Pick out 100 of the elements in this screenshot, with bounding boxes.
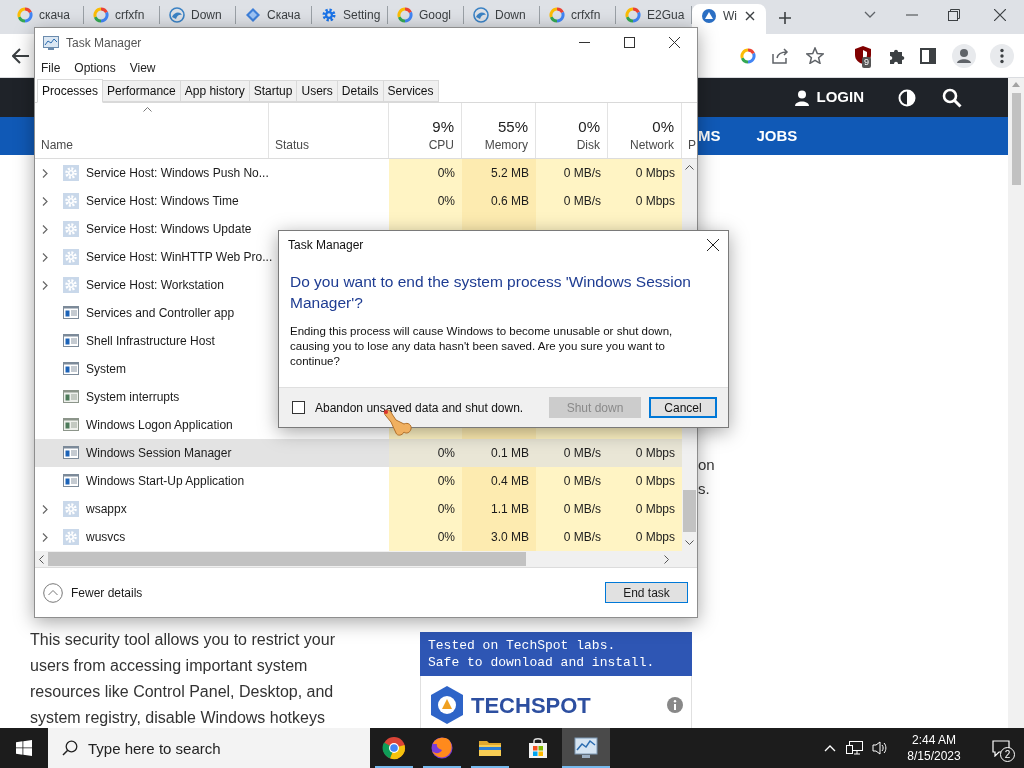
search-icon[interactable]	[942, 87, 962, 108]
browser-icon	[382, 736, 406, 760]
scrollbar-thumb[interactable]	[1011, 93, 1021, 185]
tab[interactable]: Users	[296, 80, 338, 102]
back-icon[interactable]	[12, 47, 30, 64]
menu-item[interactable]: File	[41, 58, 61, 77]
column-header[interactable]: 0% Network	[608, 103, 682, 158]
menu-icon[interactable]	[990, 43, 1014, 68]
table-cell: 0.4 MB	[462, 467, 536, 495]
dialog-button[interactable]: Cancel	[649, 397, 717, 418]
chevron-right-icon[interactable]	[42, 532, 48, 542]
browser-tab[interactable]: Wi	[692, 4, 766, 34]
column-label: Network	[630, 137, 674, 153]
gear-icon	[63, 249, 79, 265]
column-header[interactable]: 55% Memory	[462, 103, 536, 158]
close-icon[interactable]	[669, 37, 680, 48]
nav-link[interactable]: MS	[698, 124, 721, 148]
nav-link[interactable]: JOBS	[756, 124, 798, 148]
fewer-details-link[interactable]: Fewer details	[71, 583, 143, 602]
chevron-right-icon[interactable]	[42, 196, 48, 206]
maximize-icon[interactable]	[624, 37, 635, 48]
scrollbar[interactable]	[35, 551, 697, 567]
scroll-right-icon[interactable]	[664, 554, 669, 564]
process-row[interactable]: Service Host: Windows Time 0% 0.6 MB 0 MB/s 0 Mbps	[35, 187, 682, 215]
volume-icon[interactable]	[872, 740, 888, 756]
chevron-right-icon[interactable]	[42, 504, 48, 514]
dialog-heading: Do you want to end the system process 'Windows Session Manager'?	[289, 272, 692, 313]
scroll-up-icon[interactable]	[685, 165, 694, 170]
login-link[interactable]: LOGIN	[816, 86, 864, 109]
table-cell: 0%	[389, 467, 462, 495]
browser-tab[interactable]: crfxfn	[540, 4, 616, 26]
browser-tab[interactable]: crfxfn	[84, 4, 160, 26]
chevron-right-icon[interactable]	[42, 168, 48, 178]
process-name: Service Host: WinHTTP Web Pro...	[86, 249, 273, 266]
share-icon[interactable]	[772, 47, 790, 64]
browser-tab[interactable]: Setting	[312, 4, 388, 26]
close-icon[interactable]	[994, 9, 1006, 21]
chevron-down-icon[interactable]	[864, 11, 876, 19]
table-cell: 0 MB/s	[536, 439, 608, 467]
notification-icon[interactable]	[992, 739, 1010, 757]
column-header[interactable]: Status	[269, 103, 389, 158]
network-icon[interactable]	[846, 740, 864, 756]
column-percent: 0%	[578, 117, 600, 137]
taskbar-app[interactable]	[562, 728, 610, 768]
ring-icon	[93, 7, 109, 23]
gear-icon	[63, 277, 79, 293]
tab-title: crfxfn	[571, 7, 601, 24]
tab[interactable]: Startup	[248, 80, 298, 102]
column-header[interactable]: P	[682, 103, 699, 158]
browser-tab[interactable]: Down	[160, 4, 236, 26]
process-row[interactable]: wusvcs 0% 3.0 MB 0 MB/s 0 Mbps	[35, 523, 682, 551]
table-cell: 1.1 MB	[462, 495, 536, 523]
sort-caret-icon	[143, 107, 152, 112]
contrast-icon[interactable]	[898, 88, 916, 107]
new-tab-icon[interactable]	[778, 11, 792, 25]
chevron-right-icon[interactable]	[42, 280, 48, 290]
tab[interactable]: Processes	[37, 79, 104, 103]
menu-item[interactable]: View	[129, 58, 156, 77]
star-icon[interactable]	[806, 47, 824, 64]
tab[interactable]: Services	[382, 80, 439, 102]
browser-tab[interactable]: E2Gua	[616, 4, 692, 26]
chevron-right-icon[interactable]	[42, 252, 48, 262]
clock[interactable]: 2:44 AM 8/15/2023	[898, 732, 970, 764]
process-row[interactable]: Windows Session Manager 0% 0.1 MB 0 MB/s 0 Mbps	[35, 439, 682, 467]
chevron-right-icon[interactable]	[42, 224, 48, 234]
column-header[interactable]: Name	[35, 103, 269, 158]
close-icon[interactable]	[745, 10, 755, 21]
tab[interactable]: Performance	[102, 80, 181, 102]
chevron-up-icon[interactable]	[824, 744, 836, 752]
ring-icon[interactable]	[740, 47, 756, 64]
process-row[interactable]: wsappx 0% 1.1 MB 0 MB/s 0 Mbps	[35, 495, 682, 523]
scrollbar[interactable]	[1008, 78, 1024, 728]
process-row[interactable]: Service Host: Windows Push No... 0% 5.2 MB 0 MB/s 0 Mbps	[35, 159, 682, 187]
restore-icon[interactable]	[948, 9, 960, 21]
profile-icon[interactable]	[952, 43, 976, 68]
chevron-up-circle-icon[interactable]	[43, 582, 63, 603]
checkbox[interactable]	[292, 401, 305, 414]
search-field[interactable]: Type here to search	[48, 728, 370, 768]
scrollbar-thumb[interactable]	[48, 552, 526, 566]
browser-tab[interactable]: скача	[8, 4, 84, 26]
process-name: Windows Start-Up Application	[86, 473, 245, 490]
menu-item[interactable]: Options	[74, 58, 116, 77]
tab-title: Down	[495, 7, 526, 24]
tab[interactable]: App history	[179, 80, 250, 102]
scrollbar-thumb[interactable]	[683, 490, 696, 532]
column-header[interactable]: 0% Disk	[536, 103, 608, 158]
scroll-down-icon[interactable]	[685, 540, 694, 545]
browser-tab[interactable]: Googl	[388, 4, 464, 26]
process-name: Service Host: Windows Time	[86, 193, 239, 210]
tab[interactable]: Details	[336, 80, 384, 102]
close-icon[interactable]	[707, 239, 719, 251]
info-icon[interactable]	[667, 697, 683, 713]
scroll-left-icon[interactable]	[39, 554, 44, 564]
browser-tab[interactable]: Скача	[236, 4, 312, 26]
process-row[interactable]: Windows Start-Up Application 0% 0.4 MB 0 MB/s 0 Mbps	[35, 467, 682, 495]
side-panel-icon[interactable]	[920, 47, 936, 64]
end-task-button[interactable]: End task	[605, 582, 688, 603]
column-header[interactable]: 9% CPU	[389, 103, 462, 158]
browser-tab[interactable]: Down	[464, 4, 540, 26]
table-cell: 0 Mbps	[608, 159, 682, 187]
